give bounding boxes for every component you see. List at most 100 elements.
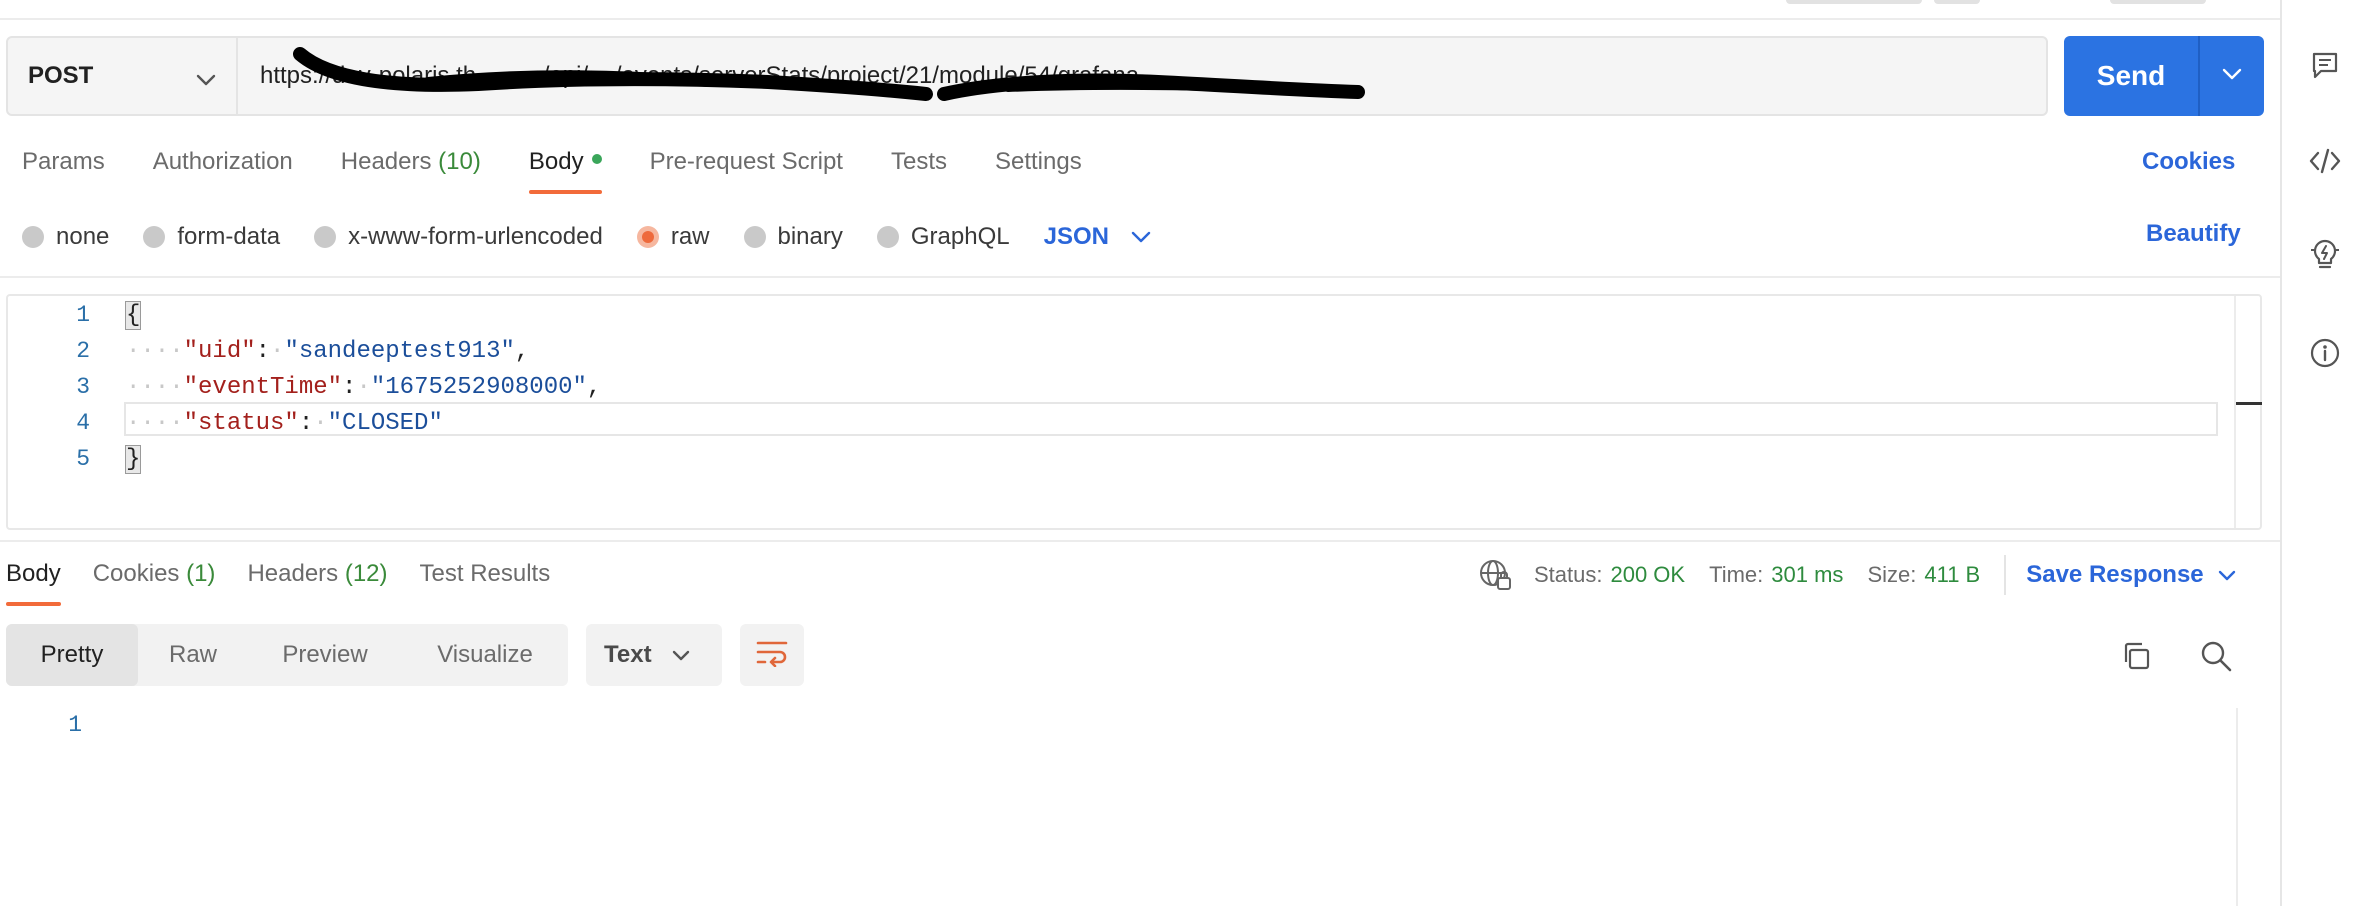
top-tab-stub bbox=[2110, 0, 2206, 4]
response-tab-body[interactable]: Body bbox=[6, 560, 61, 606]
json-value: "1675252908000" bbox=[370, 374, 587, 401]
radio-circle bbox=[743, 226, 766, 248]
json-key: "uid" bbox=[183, 338, 256, 365]
tab-label: Tests bbox=[890, 148, 947, 175]
code-line: { bbox=[124, 301, 142, 330]
time-value[interactable]: 301 ms bbox=[1771, 562, 1843, 588]
radio-x-www-form-urlencoded[interactable]: x-www-form-urlencoded bbox=[314, 223, 603, 251]
response-format-label: Text bbox=[604, 641, 652, 668]
json-value: "sandeeptest913" bbox=[284, 338, 515, 365]
radio-label: GraphQL bbox=[910, 223, 1010, 250]
copy-icon[interactable] bbox=[2116, 636, 2156, 676]
mode-pretty[interactable]: Pretty bbox=[6, 624, 138, 686]
tab-settings[interactable]: Settings bbox=[995, 148, 1082, 188]
size-label: Size: bbox=[1867, 562, 1917, 587]
postman-workspace: POST https://dev-polaris.th........../ap… bbox=[0, 0, 2280, 906]
tab-label: Settings bbox=[994, 148, 1082, 175]
radio-label: raw bbox=[670, 223, 710, 250]
tab-label: Test Results bbox=[419, 560, 551, 587]
info-icon[interactable] bbox=[2308, 336, 2342, 370]
body-format-select[interactable]: JSON bbox=[1044, 223, 1151, 251]
comments-icon[interactable] bbox=[2308, 48, 2342, 82]
tab-label: Headers bbox=[247, 560, 339, 587]
radio-circle bbox=[22, 226, 44, 248]
save-response-button[interactable]: Save Response bbox=[2026, 561, 2235, 589]
network-globe-icon[interactable] bbox=[1478, 558, 1512, 592]
response-view-modes: Pretty Raw Preview Visualize bbox=[6, 624, 568, 686]
cookies-link[interactable]: Cookies bbox=[2142, 148, 2235, 176]
response-tab-cookies[interactable]: Cookies (1) bbox=[93, 560, 216, 600]
tab-label: Body bbox=[528, 148, 584, 175]
line-number: 1 bbox=[76, 302, 90, 328]
top-divider bbox=[0, 18, 2280, 20]
body-modified-dot bbox=[591, 153, 602, 164]
mode-visualize[interactable]: Visualize bbox=[402, 624, 568, 686]
radio-circle bbox=[314, 226, 337, 248]
json-key: "status" bbox=[183, 410, 299, 437]
radio-label: form-data bbox=[177, 223, 281, 250]
time-label: Time: bbox=[1709, 562, 1764, 587]
tab-pre-request-script[interactable]: Pre-request Script bbox=[650, 148, 843, 188]
radio-form-data[interactable]: form-data bbox=[143, 223, 280, 251]
body-format-label: JSON bbox=[1043, 223, 1109, 250]
radio-graphql[interactable]: GraphQL bbox=[876, 223, 1010, 251]
radio-label: none bbox=[56, 223, 110, 250]
line-number: 4 bbox=[76, 410, 90, 436]
status-label: Status: bbox=[1534, 562, 1603, 587]
beautify-button[interactable]: Beautify bbox=[2146, 220, 2241, 248]
chevron-down-icon bbox=[672, 641, 690, 669]
json-comma: , bbox=[586, 374, 602, 401]
tab-label: Params bbox=[22, 148, 105, 175]
request-url-bar: POST https://dev-polaris.th........../ap… bbox=[6, 36, 2048, 116]
line-number: 5 bbox=[76, 446, 90, 472]
wrap-lines-icon bbox=[756, 639, 788, 672]
line-number: 3 bbox=[76, 374, 90, 400]
response-meta: Status: 200 OK Time: 301 ms Size: 411 B … bbox=[1478, 555, 2236, 595]
json-key: "eventTime" bbox=[183, 374, 343, 401]
response-tab-test-results[interactable]: Test Results bbox=[420, 560, 551, 600]
open-brace: { bbox=[124, 301, 142, 330]
tab-body[interactable]: Body bbox=[528, 148, 602, 194]
mode-preview[interactable]: Preview bbox=[248, 624, 402, 686]
body-type-options: none form-data x-www-form-urlencoded raw… bbox=[22, 220, 1151, 254]
tab-label: Pre-request Script bbox=[649, 148, 843, 175]
json-comma: , bbox=[514, 338, 530, 365]
lightbulb-icon[interactable] bbox=[2308, 238, 2342, 272]
search-icon[interactable] bbox=[2196, 636, 2236, 676]
radio-none[interactable]: none bbox=[22, 223, 109, 251]
tab-label: Headers bbox=[340, 148, 432, 175]
response-tab-headers[interactable]: Headers (12) bbox=[247, 560, 387, 600]
tab-authorization[interactable]: Authorization bbox=[153, 148, 293, 188]
response-scrollbar[interactable] bbox=[2236, 708, 2264, 906]
tab-params[interactable]: Params bbox=[22, 148, 105, 188]
tab-label: Cookies bbox=[92, 560, 180, 587]
wrap-lines-button[interactable] bbox=[740, 624, 804, 686]
request-body-editor[interactable]: 1 2 3 4 5 { ····"uid":·"sandeeptest913",… bbox=[6, 294, 2262, 530]
tab-label: Authorization bbox=[152, 148, 293, 175]
radio-circle bbox=[876, 226, 899, 248]
status-value[interactable]: 200 OK bbox=[1610, 562, 1685, 588]
send-options-button[interactable] bbox=[2198, 36, 2264, 116]
line-number: 2 bbox=[76, 338, 90, 364]
radio-binary[interactable]: binary bbox=[743, 223, 843, 251]
top-tab-stub bbox=[1786, 0, 1922, 4]
size-value[interactable]: 411 B bbox=[1924, 562, 1980, 588]
mode-raw[interactable]: Raw bbox=[138, 624, 248, 686]
divider bbox=[2004, 555, 2007, 595]
right-sidebar bbox=[2280, 0, 2354, 906]
tab-headers[interactable]: Headers (10) bbox=[341, 148, 481, 188]
request-tabs: Params Authorization Headers (10) Body P… bbox=[22, 148, 1130, 194]
response-line-number: 1 bbox=[68, 712, 82, 738]
editor-scrollbar[interactable] bbox=[2234, 296, 2262, 528]
code-line: ····"eventTime":·"1675252908000", bbox=[126, 374, 602, 401]
json-value: "CLOSED" bbox=[327, 410, 443, 437]
response-format-select[interactable]: Text bbox=[586, 624, 722, 686]
tab-label: Body bbox=[6, 560, 61, 587]
panel-splitter[interactable] bbox=[0, 540, 2280, 542]
send-button[interactable]: Send bbox=[2064, 36, 2198, 116]
tab-tests[interactable]: Tests bbox=[891, 148, 947, 188]
radio-label: x-www-form-urlencoded bbox=[348, 223, 603, 250]
radio-raw[interactable]: raw bbox=[636, 223, 710, 251]
code-icon[interactable] bbox=[2308, 144, 2342, 178]
scrollbar-cursor-marker bbox=[2236, 402, 2262, 405]
